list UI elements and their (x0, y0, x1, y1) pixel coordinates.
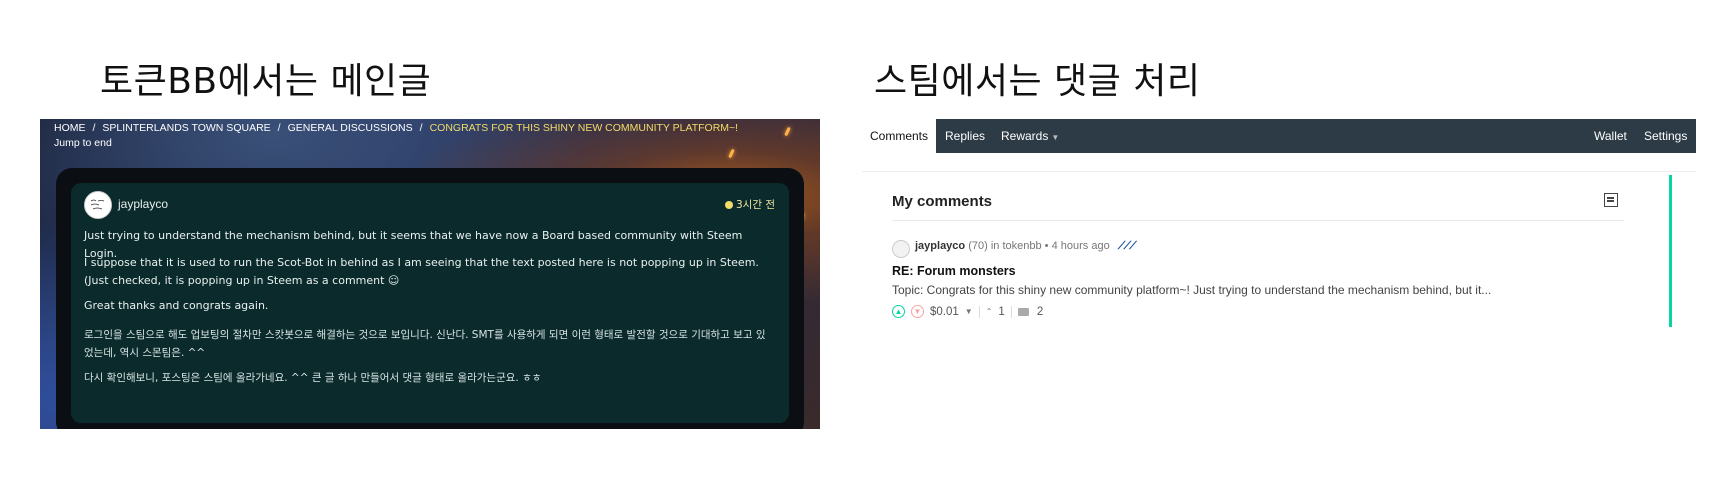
breadcrumb-subcategory[interactable]: GENERAL DISCUSSIONS (288, 122, 413, 134)
comment-avatar[interactable] (892, 240, 910, 258)
divider (892, 220, 1624, 221)
steemit-panel: Comments Replies Rewards ▼ Wallet Setting… (862, 119, 1696, 339)
ember-decoration (728, 148, 735, 159)
breadcrumb-current[interactable]: CONGRATS FOR THIS SHINY NEW COMMUNITY PL… (430, 122, 739, 134)
chevron-down-icon[interactable]: ▼ (965, 307, 973, 316)
jump-to-end-link[interactable]: Jump to end (54, 137, 112, 149)
comment-actions: ▲ ▼ $0.01 ▼ ⌃ 1 2 (892, 305, 1043, 318)
forum-post: jayplayco 3시간 전 Just trying to understan… (71, 183, 789, 423)
comment-age[interactable]: 4 hours ago (1052, 240, 1110, 252)
community-link[interactable]: tokenbb (1002, 240, 1041, 252)
reply-count[interactable]: 2 (1037, 306, 1043, 318)
author-reputation: (70) (968, 240, 988, 252)
tab-wallet[interactable]: Wallet (1594, 119, 1627, 153)
comment-title[interactable]: RE: Forum monsters (892, 264, 1016, 278)
post-paragraph: 다시 확인해보니, 포스팅은 스팀에 올라가네요. ^^ 큰 글 하나 만들어서… (84, 372, 542, 384)
profile-tab-bar: Comments Replies Rewards ▼ Wallet Setting… (862, 119, 1696, 153)
caption-tokenbb: 토큰BB에서는 메인글 (100, 61, 432, 102)
caption-steem: 스팀에서는 댓글 처리 (874, 61, 1201, 102)
ember-decoration (784, 126, 791, 137)
divider (1010, 305, 1012, 318)
list-view-icon[interactable] (1604, 193, 1618, 207)
chevron-down-icon: ▼ (1051, 133, 1060, 142)
accent-bar (1669, 175, 1672, 327)
post-username[interactable]: jayplayco (118, 197, 168, 211)
post-paragraph: 로그인을 스팀으로 해도 업보팅의 절차만 스캇봇으로 해결하는 것으로 보입니… (84, 329, 766, 359)
tab-settings[interactable]: Settings (1644, 119, 1687, 153)
comment-author[interactable]: jayplayco (915, 240, 965, 252)
post-timestamp: 3시간 전 (725, 197, 775, 212)
post-container: jayplayco 3시간 전 Just trying to understan… (56, 168, 804, 429)
tab-replies[interactable]: Replies (945, 119, 985, 153)
downvote-icon[interactable]: ▼ (911, 305, 924, 318)
section-title: My comments (892, 193, 993, 210)
comment-meta: jayplayco (70) in tokenbb • 4 hours ago … (915, 240, 1137, 252)
upvote-icon[interactable]: ▲ (892, 305, 905, 318)
user-avatar[interactable] (84, 191, 112, 219)
vote-count[interactable]: 1 (998, 306, 1004, 318)
clock-icon (725, 200, 733, 209)
divider (862, 171, 1696, 172)
comment-topic-preview[interactable]: Topic: Congrats for this shiny new commu… (892, 283, 1491, 297)
breadcrumb-category[interactable]: SPLINTERLANDS TOWN SQUARE (102, 122, 270, 134)
payout-amount[interactable]: $0.01 (930, 306, 959, 318)
breadcrumb-home[interactable]: HOME (54, 122, 86, 134)
tokenbb-forum-panel: HOME / SPLINTERLANDS TOWN SQUARE / GENERAL D… (40, 119, 820, 429)
tab-rewards[interactable]: Rewards ▼ (1001, 119, 1059, 153)
post-paragraph: Great thanks and congrats again. (84, 299, 269, 312)
steem-power-icon: ⟋⟋⟋ (1117, 240, 1137, 252)
divider (978, 305, 980, 318)
breadcrumb: HOME / SPLINTERLANDS TOWN SQUARE / GENERAL D… (54, 122, 739, 134)
tab-comments[interactable]: Comments (862, 119, 936, 153)
vote-count-icon: ⌃ (985, 307, 993, 316)
replies-icon (1017, 307, 1029, 316)
post-paragraph: I suppose that it is used to run the Sco… (84, 256, 759, 287)
